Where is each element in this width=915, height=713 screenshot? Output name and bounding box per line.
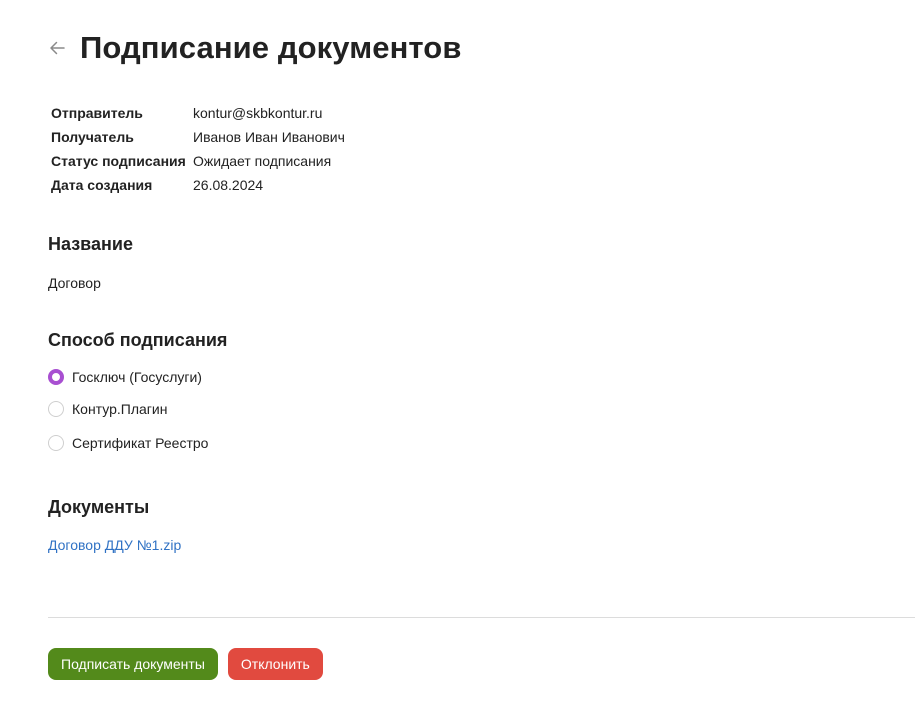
documents-section-title: Документы (48, 497, 150, 517)
info-value: Иванов Иван Иванович (193, 129, 345, 145)
info-value: Ожидает подписания (193, 153, 332, 169)
radio-label: Контур.Плагин (72, 401, 168, 417)
info-label: Отправитель (51, 105, 143, 121)
divider (48, 617, 915, 618)
page-header: Подписание документов (46, 28, 462, 68)
name-section-title: Название (48, 234, 133, 254)
info-label: Получатель (51, 129, 134, 145)
page-title: Подписание документов (80, 30, 462, 65)
info-value: 26.08.2024 (193, 177, 264, 193)
signing-page: Подписание документов Отправитель kontur… (0, 0, 915, 713)
document-name: Договор (48, 275, 101, 291)
info-label: Статус подписания (51, 153, 186, 169)
info-label: Дата создания (51, 177, 153, 193)
info-row-created: Дата создания 26.08.2024 (51, 173, 345, 197)
radio-option-goskey[interactable]: Госключ (Госуслуги) (48, 367, 208, 387)
radio-label: Сертификат Реестро (72, 435, 209, 451)
radio-button[interactable] (48, 435, 64, 451)
action-bar: Подписать документы Отклонить (48, 648, 323, 680)
radio-button[interactable] (48, 401, 64, 417)
signing-method-radio-group: Госключ (Госуслуги) Контур.Плагин Сертиф… (48, 367, 208, 453)
radio-option-kontur-plugin[interactable]: Контур.Плагин (48, 399, 208, 419)
radio-button-checked[interactable] (48, 369, 64, 385)
sign-documents-button[interactable]: Подписать документы (48, 648, 218, 680)
info-row-recipient: Получатель Иванов Иван Иванович (51, 125, 345, 149)
info-value: kontur@skbkontur.ru (193, 105, 323, 121)
signing-method-title: Способ подписания (48, 330, 228, 350)
radio-option-reestro-certificate[interactable]: Сертификат Реестро (48, 433, 208, 453)
document-file-link[interactable]: Договор ДДУ №1.zip (48, 537, 181, 553)
back-button[interactable] (46, 37, 68, 59)
info-row-status: Статус подписания Ожидает подписания (51, 149, 345, 173)
reject-button[interactable]: Отклонить (227, 648, 323, 680)
document-info: Отправитель kontur@skbkontur.ru Получате… (51, 101, 345, 197)
info-row-sender: Отправитель kontur@skbkontur.ru (51, 101, 345, 125)
radio-label: Госключ (Госуслуги) (72, 369, 202, 385)
arrow-left-icon (50, 41, 65, 55)
